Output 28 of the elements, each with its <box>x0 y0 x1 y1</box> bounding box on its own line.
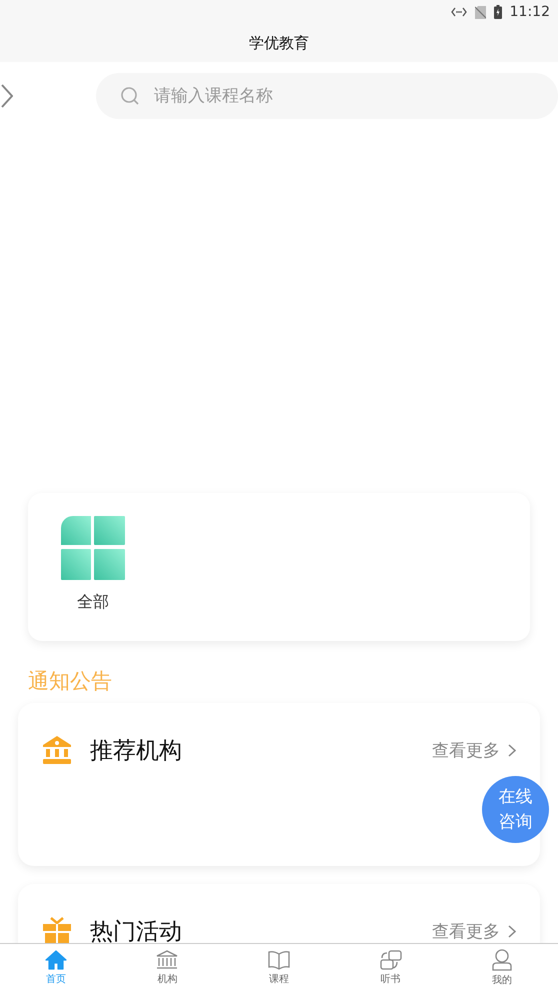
book-icon <box>266 950 291 970</box>
tab-item[interactable]: 课程 <box>223 944 335 992</box>
notice-heading: 通知公告 <box>28 668 113 695</box>
search-icon <box>120 86 140 106</box>
clock-time: 11:12 <box>510 4 550 20</box>
tab-item[interactable]: 首页 <box>0 944 112 992</box>
app-title: 学优教育 <box>249 34 309 52</box>
person-icon <box>492 949 512 971</box>
data-transfer-icon <box>450 7 467 17</box>
chevron-icon <box>508 744 516 756</box>
swap-cards-icon <box>380 950 402 970</box>
category-label[interactable]: 全部 <box>77 592 109 613</box>
view-more-link[interactable]: 查看更多 <box>432 920 516 942</box>
no-sim-icon <box>474 6 486 18</box>
section-title: 推荐机构 <box>90 736 183 766</box>
bank-icon <box>42 735 72 765</box>
tab-item[interactable]: 我的 <box>446 944 558 992</box>
view-more-link[interactable]: 查看更多 <box>432 738 516 762</box>
tab-item[interactable]: 听书 <box>334 944 446 992</box>
chevron-icon <box>508 924 516 938</box>
search-field[interactable]: 请输入课程名称 <box>96 73 558 119</box>
bank-icon <box>156 950 178 970</box>
grid-icon[interactable] <box>61 516 125 580</box>
section-title: 热门活动 <box>90 918 183 943</box>
home-icon <box>44 950 67 970</box>
chevron-icon[interactable] <box>1 84 13 108</box>
tab-item[interactable]: 机构 <box>112 944 224 992</box>
battery-icon <box>494 5 502 19</box>
